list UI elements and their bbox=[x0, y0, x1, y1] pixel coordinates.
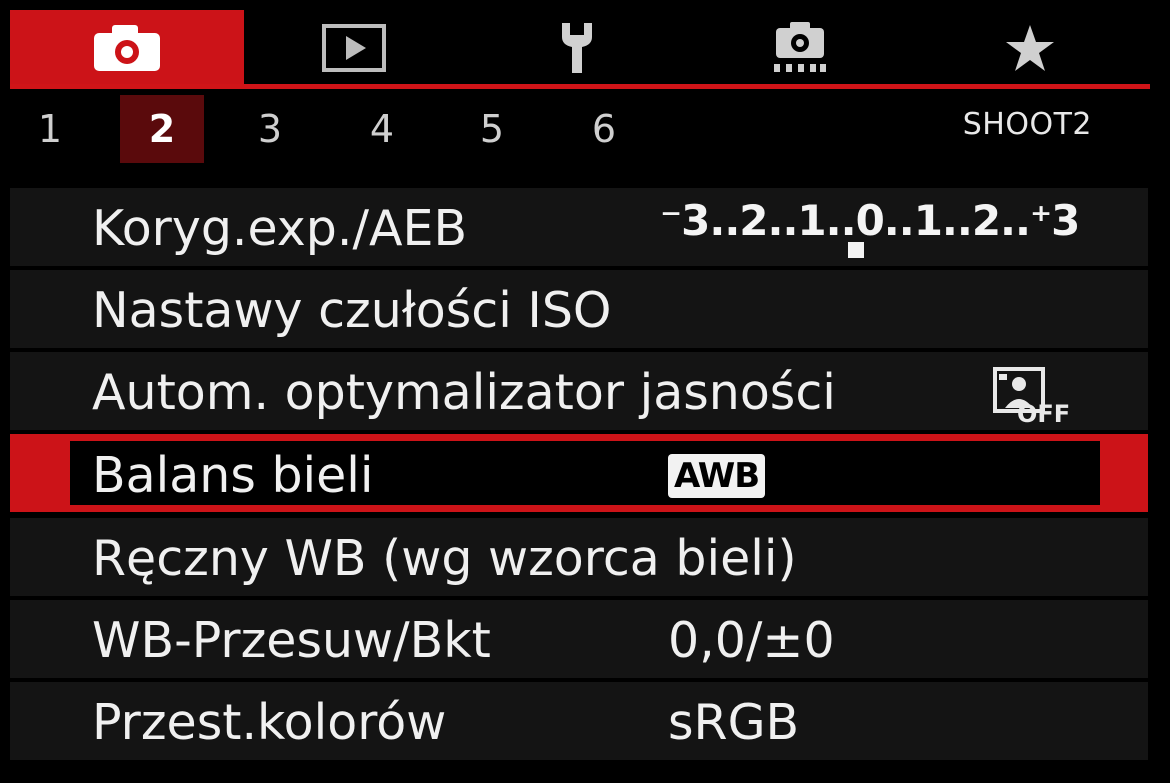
menu-item-label: WB-Przesuw/Bkt bbox=[92, 612, 491, 669]
tab-setup[interactable] bbox=[464, 10, 688, 86]
menu-item-auto-lighting-optimizer[interactable]: Autom. optymalizator jasności OFF bbox=[10, 352, 1148, 430]
menu-item-exposure-compensation[interactable]: Koryg.exp./AEB ⁻3..2..1..0..1..2..⁺3 bbox=[10, 188, 1148, 266]
awb-badge: AWB bbox=[668, 454, 766, 498]
page-1[interactable]: 1 bbox=[8, 95, 92, 163]
tab-my-menu[interactable] bbox=[912, 10, 1148, 86]
custom-function-camera-icon bbox=[774, 22, 826, 72]
tab-shooting[interactable] bbox=[10, 10, 244, 86]
playback-icon bbox=[322, 24, 386, 72]
menu-item-label: Przest.kolorów bbox=[92, 694, 447, 751]
auto-lighting-optimizer-off-icon: OFF bbox=[993, 367, 1069, 424]
menu-item-value: sRGB bbox=[668, 694, 800, 751]
tab-playback[interactable] bbox=[244, 10, 464, 86]
exposure-scale: ⁻3..2..1..0..1..2..⁺3 bbox=[660, 196, 1080, 245]
svg-text:OFF: OFF bbox=[1017, 400, 1069, 424]
menu-item-label: Autom. optymalizator jasności bbox=[92, 364, 836, 421]
tab-underline bbox=[10, 84, 1150, 89]
menu-item-color-space[interactable]: Przest.kolorów sRGB bbox=[10, 682, 1148, 760]
page-3[interactable]: 3 bbox=[228, 95, 312, 163]
page-5[interactable]: 5 bbox=[450, 95, 534, 163]
menu-item-custom-white-balance[interactable]: Ręczny WB (wg wzorca bieli) bbox=[10, 518, 1148, 596]
page-6[interactable]: 6 bbox=[562, 95, 646, 163]
menu-item-label: Koryg.exp./AEB bbox=[92, 200, 468, 257]
camera-icon bbox=[94, 25, 160, 71]
menu-item-wb-shift-bracketing[interactable]: WB-Przesuw/Bkt 0,0/±0 bbox=[10, 600, 1148, 678]
menu-item-label: Balans bieli bbox=[92, 447, 374, 504]
menu-item-value: 0,0/±0 bbox=[668, 612, 835, 669]
menu-title: SHOOT2 bbox=[962, 107, 1092, 142]
menu-item-label: Nastawy czułości ISO bbox=[92, 282, 612, 339]
star-icon bbox=[1006, 25, 1054, 71]
menu-item-iso-settings[interactable]: Nastawy czułości ISO bbox=[10, 270, 1148, 348]
menu-item-label: Ręczny WB (wg wzorca bieli) bbox=[92, 530, 797, 587]
menu-item-white-balance[interactable]: Balans bieli AWB bbox=[10, 434, 1148, 512]
wrench-icon bbox=[562, 23, 592, 73]
exposure-level-marker bbox=[848, 242, 864, 258]
page-2[interactable]: 2 bbox=[120, 95, 204, 163]
page-4[interactable]: 4 bbox=[340, 95, 424, 163]
tab-custom-functions[interactable] bbox=[688, 10, 912, 86]
